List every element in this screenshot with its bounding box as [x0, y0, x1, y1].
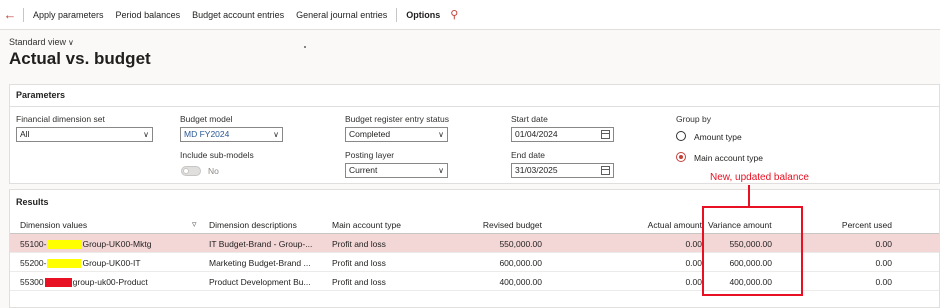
- redaction-mask: [47, 240, 82, 250]
- start-date-value: 01/04/2024: [515, 129, 558, 139]
- revised-budget-cell: 400,000.00: [499, 277, 542, 287]
- redaction-mask: [47, 259, 82, 269]
- view-name: Standard view: [9, 37, 67, 47]
- financial-dimension-set-select[interactable]: All ∨: [16, 127, 153, 142]
- budget-model-value: MD FY2024: [184, 129, 230, 139]
- chevron-down-icon: ∨: [273, 130, 279, 139]
- action-pane: ← Apply parameters Period balances Budge…: [0, 0, 940, 30]
- end-date-input[interactable]: 31/03/2025: [511, 163, 614, 178]
- dimension-description-cell: Product Development Bu...: [209, 277, 311, 287]
- budget-account-entries-button[interactable]: Budget account entries: [186, 10, 290, 20]
- chevron-down-icon: ∨: [438, 166, 444, 175]
- include-sub-models-label: Include sub-models: [180, 150, 254, 160]
- start-date-label: Start date: [511, 114, 548, 124]
- annotation-highlight-box: [702, 206, 803, 296]
- toolbar-separator: [23, 7, 24, 22]
- include-sub-models-value: No: [208, 166, 219, 176]
- chevron-down-icon: ∨: [143, 130, 149, 139]
- page-title: Actual vs. budget: [9, 49, 151, 68]
- dimension-values-cell: 55300 group-uk00-Product: [20, 277, 200, 288]
- actual-amount-cell: 0.00: [685, 277, 702, 287]
- toolbar-separator: [396, 7, 398, 22]
- column-dimension-descriptions[interactable]: Dimension descriptions: [209, 220, 297, 230]
- budget-register-entry-status-select[interactable]: Completed ∨: [345, 127, 448, 142]
- financial-dimension-set-label: Financial dimension set: [16, 114, 105, 124]
- main-account-type-cell: Profit and loss: [332, 239, 386, 249]
- dimension-suffix: group-uk00-Product: [72, 277, 148, 287]
- percent-used-cell: 0.00: [875, 239, 892, 249]
- divider: [10, 106, 939, 107]
- dimension-description-cell: Marketing Budget-Brand ...: [209, 258, 311, 268]
- amount-type-label: Amount type: [694, 132, 742, 142]
- revised-budget-cell: 550,000.00: [499, 239, 542, 249]
- percent-used-cell: 0.00: [875, 277, 892, 287]
- general-journal-entries-button[interactable]: General journal entries: [290, 10, 393, 20]
- dimension-suffix: Group-UK00-IT: [82, 258, 141, 268]
- back-arrow-icon[interactable]: ←: [0, 0, 20, 30]
- filter-icon[interactable]: ▿: [192, 219, 197, 230]
- decorative-dot: [304, 46, 306, 48]
- chevron-down-icon: ∨: [438, 130, 444, 139]
- main-account-type-radio[interactable]: [676, 152, 686, 162]
- revised-budget-cell: 600,000.00: [499, 258, 542, 268]
- dimension-prefix: 55300: [20, 277, 44, 287]
- group-by-label: Group by: [676, 114, 711, 124]
- budget-register-entry-status-value: Completed: [349, 129, 391, 139]
- financial-dimension-set-value: All: [20, 129, 30, 139]
- calendar-icon[interactable]: [601, 130, 610, 139]
- dimension-prefix: 55200-: [20, 258, 47, 268]
- end-date-value: 31/03/2025: [515, 165, 558, 175]
- actual-amount-cell: 0.00: [685, 258, 702, 268]
- dimension-prefix: 55100-: [20, 239, 47, 249]
- results-title: Results: [16, 197, 49, 207]
- main-account-type-label: Main account type: [694, 153, 763, 163]
- chevron-down-icon: ∨: [68, 38, 74, 47]
- period-balances-button[interactable]: Period balances: [110, 10, 187, 20]
- parameters-panel: Parameters Financial dimension set All ∨…: [9, 84, 940, 184]
- posting-layer-value: Current: [349, 165, 378, 175]
- column-main-account-type[interactable]: Main account type: [332, 220, 401, 230]
- column-actual-amount[interactable]: Actual amount: [570, 220, 702, 230]
- view-selector[interactable]: Standard view ∨: [9, 37, 74, 47]
- dimension-description-cell: IT Budget-Brand - Group-...: [209, 239, 313, 249]
- budget-register-entry-status-label: Budget register entry status: [345, 114, 449, 124]
- parameters-title: Parameters: [16, 90, 66, 100]
- posting-layer-label: Posting layer: [345, 150, 395, 160]
- end-date-label: End date: [511, 150, 546, 160]
- dimension-values-cell: 55100- Group-UK00-Mktg: [20, 239, 200, 250]
- annotation-label: New, updated balance: [710, 172, 809, 183]
- column-revised-budget[interactable]: Revised budget: [430, 220, 542, 230]
- search-icon[interactable]: ⚲: [450, 8, 458, 21]
- options-tab[interactable]: Options: [400, 10, 446, 20]
- budget-model-label: Budget model: [180, 114, 233, 124]
- apply-parameters-button[interactable]: Apply parameters: [27, 10, 110, 20]
- include-sub-models-toggle[interactable]: [181, 166, 201, 176]
- column-dimension-values[interactable]: Dimension values: [20, 220, 87, 230]
- posting-layer-select[interactable]: Current ∨: [345, 163, 448, 178]
- dimension-values-cell: 55200- Group-UK00-IT: [20, 258, 200, 269]
- amount-type-radio[interactable]: [676, 131, 686, 141]
- toggle-knob: [183, 168, 189, 174]
- main-account-type-cell: Profit and loss: [332, 258, 386, 268]
- budget-model-select[interactable]: MD FY2024 ∨: [180, 127, 283, 142]
- start-date-input[interactable]: 01/04/2024: [511, 127, 614, 142]
- column-percent-used[interactable]: Percent used: [800, 220, 892, 230]
- annotation-connector: [748, 185, 750, 206]
- redaction-mask: [44, 278, 72, 288]
- main-account-type-cell: Profit and loss: [332, 277, 386, 287]
- percent-used-cell: 0.00: [875, 258, 892, 268]
- calendar-icon[interactable]: [601, 166, 610, 175]
- dimension-suffix: Group-UK00-Mktg: [82, 239, 152, 249]
- actual-amount-cell: 0.00: [685, 239, 702, 249]
